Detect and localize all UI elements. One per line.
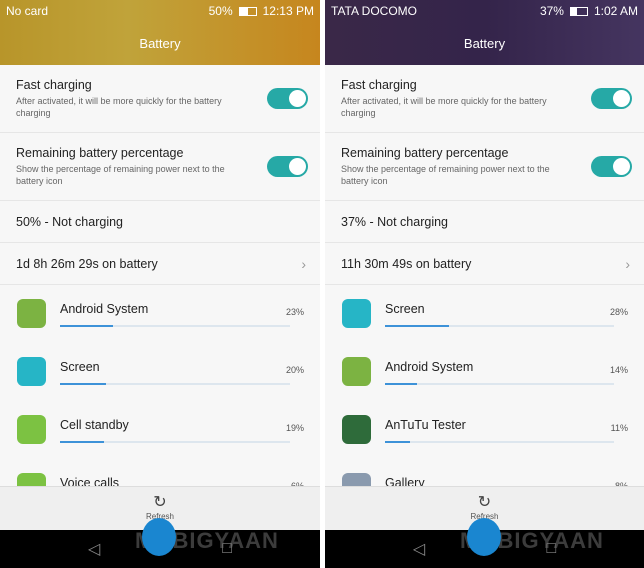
antutu-icon xyxy=(342,415,371,444)
battery-history-item[interactable]: 1d 8h 26m 29s on battery › xyxy=(0,243,320,285)
app-percent: 14% xyxy=(609,365,628,375)
charge-status: 37% - Not charging xyxy=(325,201,644,243)
usage-bar xyxy=(385,440,614,443)
carrier-label: TATA DOCOMO xyxy=(331,4,417,18)
carrier-label: No card xyxy=(6,4,49,18)
chevron-right-icon: › xyxy=(625,256,630,272)
app-name: Android System xyxy=(385,359,474,374)
android-system-icon xyxy=(17,299,46,328)
battery-icon xyxy=(238,6,257,16)
setting-description: Show the percentage of remaining power n… xyxy=(16,164,225,186)
usage-bar xyxy=(60,382,290,385)
app-name: Android System xyxy=(60,301,149,316)
app-usage-item[interactable]: Screen 28% xyxy=(325,285,644,343)
fast-charging-setting[interactable]: Fast charging After activated, it will b… xyxy=(325,65,644,133)
time-on-battery: 1d 8h 26m 29s on battery xyxy=(16,256,158,271)
time-on-battery: 11h 30m 49s on battery xyxy=(341,256,472,271)
usage-bar xyxy=(60,440,290,443)
app-usage-item[interactable]: Screen 20% xyxy=(0,343,320,401)
fast-charging-toggle[interactable] xyxy=(591,88,632,109)
usage-bar xyxy=(60,324,290,327)
setting-description: After activated, it will be more quickly… xyxy=(341,96,547,118)
setting-description: After activated, it will be more quickly… xyxy=(16,96,222,118)
battery-percent: 50% xyxy=(208,4,233,18)
app-usage-item[interactable]: AnTuTu Tester 11% xyxy=(325,401,644,459)
phone-screen-2: TATA DOCOMO 37% 1:02 AM Battery Fast cha… xyxy=(325,0,644,568)
screen-icon xyxy=(17,357,46,386)
status-bar: No card 50% 12:13 PM xyxy=(0,0,320,22)
app-percent: 19% xyxy=(285,423,304,433)
setting-title: Remaining battery percentage xyxy=(341,146,509,160)
setting-title: Remaining battery percentage xyxy=(16,146,184,160)
app-percent: 20% xyxy=(285,365,304,375)
app-percent: 11% xyxy=(610,423,628,433)
clock: 12:13 PM xyxy=(262,4,314,18)
setting-title: Fast charging xyxy=(341,78,417,92)
status-bar: TATA DOCOMO 37% 1:02 AM xyxy=(325,0,644,22)
battery-icon xyxy=(569,6,588,16)
remaining-percentage-toggle[interactable] xyxy=(267,156,308,177)
chevron-right-icon: › xyxy=(301,256,306,272)
app-usage-item[interactable]: Android System 14% xyxy=(325,343,644,401)
app-usage-item[interactable]: Cell standby 19% xyxy=(0,401,320,459)
remaining-percentage-toggle[interactable] xyxy=(591,156,632,177)
back-icon[interactable]: ◁ xyxy=(88,539,100,559)
android-system-icon xyxy=(342,357,371,386)
cell-standby-icon xyxy=(17,415,46,444)
app-percent: 28% xyxy=(609,307,628,317)
setting-description: Show the percentage of remaining power n… xyxy=(341,164,550,186)
battery-history-item[interactable]: 11h 30m 49s on battery › xyxy=(325,243,644,285)
app-name: AnTuTu Tester xyxy=(385,417,466,432)
app-name: Screen xyxy=(385,301,425,316)
charge-status: 50% - Not charging xyxy=(0,201,320,243)
fast-charging-setting[interactable]: Fast charging After activated, it will b… xyxy=(0,65,320,133)
battery-percent: 37% xyxy=(539,4,564,18)
setting-title: Fast charging xyxy=(16,78,92,92)
page-title: Battery xyxy=(139,36,181,51)
screen-icon xyxy=(342,299,371,328)
app-percent: 23% xyxy=(285,307,304,317)
watermark-logo-icon xyxy=(142,518,176,556)
usage-bar xyxy=(385,324,614,327)
refresh-icon: ↻ xyxy=(153,494,167,511)
usage-bar xyxy=(385,382,614,385)
remaining-percentage-setting[interactable]: Remaining battery percentage Show the pe… xyxy=(0,133,320,201)
page-title: Battery xyxy=(463,36,506,51)
fast-charging-toggle[interactable] xyxy=(267,88,308,109)
refresh-icon: ↻ xyxy=(477,494,492,511)
back-icon[interactable]: ◁ xyxy=(413,539,425,559)
app-name: Cell standby xyxy=(60,417,129,432)
app-usage-item[interactable]: Android System 23% xyxy=(0,285,320,343)
clock: 1:02 AM xyxy=(593,4,638,18)
remaining-percentage-setting[interactable]: Remaining battery percentage Show the pe… xyxy=(325,133,644,201)
phone-screen-1: No card 50% 12:13 PM Battery Fast chargi… xyxy=(0,0,320,568)
app-name: Screen xyxy=(60,359,100,374)
watermark-logo-icon xyxy=(467,518,501,556)
